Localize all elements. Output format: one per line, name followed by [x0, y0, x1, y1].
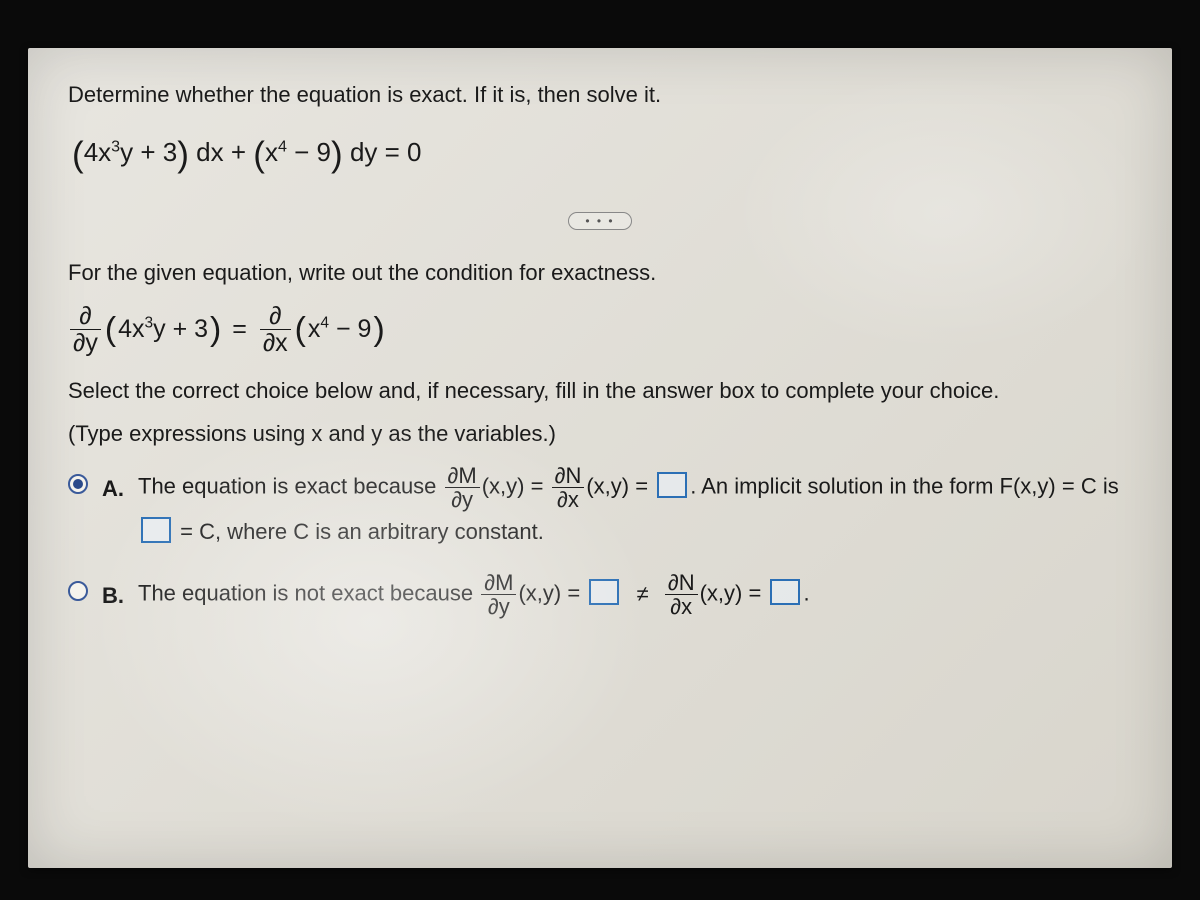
- answer-box-b2[interactable]: [770, 579, 800, 605]
- choice-b-row: B. The equation is not exact because ∂M∂…: [68, 571, 1132, 618]
- condition-equation: ∂ ∂y ( 4x3y + 3 ) = ∂ ∂x ( x4 − 9 ): [68, 303, 1132, 357]
- exactness-section: For the given equation, write out the co…: [68, 256, 1132, 619]
- screen-frame: Determine whether the equation is exact.…: [0, 0, 1200, 900]
- question-prompt: Determine whether the equation is exact.…: [68, 78, 1132, 111]
- choice-b-body: The equation is not exact because ∂M∂y(x…: [138, 571, 1132, 618]
- choice-group: A. The equation is exact because ∂M∂y(x,…: [68, 464, 1132, 618]
- type-hint: (Type expressions using x and y as the v…: [68, 417, 1132, 450]
- answer-box-a1[interactable]: [657, 472, 687, 498]
- choice-b-label: B.: [102, 579, 124, 612]
- answer-box-a2[interactable]: [141, 517, 171, 543]
- select-instruction: Select the correct choice below and, if …: [68, 374, 1132, 407]
- choice-a-label: A.: [102, 472, 124, 505]
- choice-a-body: The equation is exact because ∂M∂y(x,y) …: [138, 464, 1132, 553]
- condition-intro: For the given equation, write out the co…: [68, 256, 1132, 289]
- radio-b[interactable]: [68, 581, 88, 601]
- main-equation: (4x3y + 3) dx + (x4 − 9) dy = 0: [72, 129, 1132, 182]
- radio-a[interactable]: [68, 474, 88, 494]
- choice-a-row: A. The equation is exact because ∂M∂y(x,…: [68, 464, 1132, 553]
- section-divider[interactable]: • • •: [568, 212, 632, 230]
- dots-icon: • • •: [585, 212, 614, 230]
- question-card: Determine whether the equation is exact.…: [28, 48, 1172, 868]
- answer-box-b1[interactable]: [589, 579, 619, 605]
